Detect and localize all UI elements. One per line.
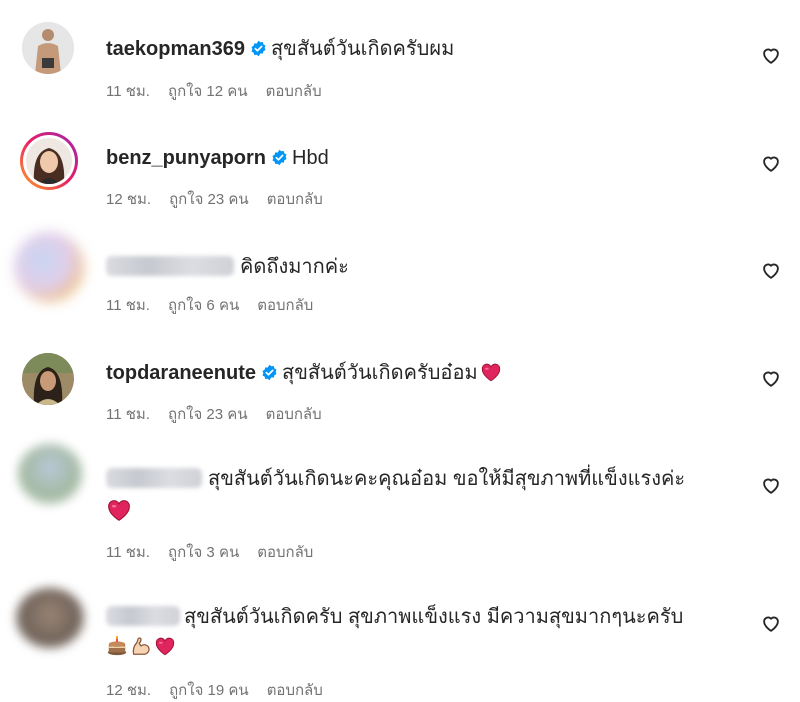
timestamp[interactable]: 11 ชม. [106,406,150,423]
like-heart-icon[interactable] [760,259,782,281]
username-link[interactable]: taekopman369 [106,38,245,60]
like-count[interactable]: ถูกใจ 19 คน [169,682,249,699]
timestamp[interactable]: 11 ชม. [106,297,150,314]
avatar[interactable] [20,132,78,190]
red-heart-emoji [154,635,176,657]
comment-meta: 12 ชม. ถูกใจ 23 คน ตอบกลับ [106,187,341,211]
avatar[interactable] [22,353,74,405]
like-count[interactable]: ถูกใจ 3 คน [168,544,239,561]
like-count[interactable]: ถูกใจ 23 คน [169,191,249,208]
comment-text: สุขสันต์วันเกิดครับอ๋อม [282,362,478,384]
avatar[interactable] [22,22,74,74]
reply-button[interactable]: ตอบกลับ [257,297,313,314]
reply-button[interactable]: ตอบกลับ [266,406,322,423]
comment-meta: 11 ชม. ถูกใจ 12 คน ตอบกลับ [106,79,340,103]
comment-text: สุขสันต์วันเกิดครับ สุขภาพแข็งแรง มีความ… [184,606,684,628]
comment-emoji-line [106,635,178,658]
username-link[interactable]: benz_punyaporn [106,147,266,169]
comment-meta: 11 ชม. ถูกใจ 3 คน ตอบกลับ [106,540,331,564]
avatar[interactable] [18,444,82,504]
comment-meta: 11 ชม. ถูกใจ 23 คน ตอบกลับ [106,402,340,426]
reply-button[interactable]: ตอบกลับ [266,83,322,100]
red-heart-emoji [106,497,132,523]
flexed-biceps-emoji [130,635,152,657]
timestamp[interactable]: 12 ชม. [106,682,151,699]
username-link-blurred[interactable] [106,468,202,488]
comment-text: สุขสันต์วันเกิดนะคะคุณอ๋อม ขอให้มีสุขภาพ… [208,468,686,490]
verified-badge-icon [250,40,267,57]
avatar-image [22,22,74,74]
comment-text: คิดถึงมากค่ะ [240,256,349,278]
comment-line: สุขสันต์วันเกิดครับ สุขภาพแข็งแรง มีความ… [106,604,683,630]
comment-text: Hbd [292,147,329,169]
cake-emoji [106,635,128,657]
comment-meta: 11 ชม. ถูกใจ 6 คน ตอบกลับ [106,293,331,317]
reply-button[interactable]: ตอบกลับ [257,544,313,561]
avatar-image [22,353,74,405]
like-count[interactable]: ถูกใจ 6 คน [168,297,239,314]
timestamp[interactable]: 11 ชม. [106,544,150,561]
reply-button[interactable]: ตอบกลับ [267,191,323,208]
username-link-blurred[interactable] [106,606,180,626]
username-link-blurred[interactable] [106,256,234,276]
like-heart-icon[interactable] [760,152,782,174]
username-link[interactable]: topdaraneenute [106,362,256,384]
red-heart-emoji [480,361,502,383]
timestamp[interactable]: 12 ชม. [106,191,151,208]
comment-line: สุขสันต์วันเกิดนะคะคุณอ๋อม ขอให้มีสุขภาพ… [106,466,685,492]
avatar-image [26,138,72,184]
avatar[interactable] [16,588,84,648]
comment-line: benz_punyaporn Hbd [106,145,329,171]
like-heart-icon[interactable] [760,367,782,389]
comment-meta: 12 ชม. ถูกใจ 19 คน ตอบกลับ [106,678,341,702]
comment-emoji-line [106,497,134,524]
comment-line: คิดถึงมากค่ะ [106,254,349,280]
like-heart-icon[interactable] [760,44,782,66]
verified-badge-icon [261,364,278,381]
like-heart-icon[interactable] [760,612,782,634]
comment-text: สุขสันต์วันเกิดครับผม [270,38,455,60]
reply-button[interactable]: ตอบกลับ [267,682,323,699]
like-count[interactable]: ถูกใจ 23 คน [168,406,248,423]
like-heart-icon[interactable] [760,474,782,496]
like-count[interactable]: ถูกใจ 12 คน [168,83,248,100]
comment-line: topdaraneenute สุขสันต์วันเกิดครับอ๋อม [106,360,504,386]
comment-line: taekopman369 สุขสันต์วันเกิดครับผม [106,36,454,62]
verified-badge-icon [271,149,288,166]
timestamp[interactable]: 11 ชม. [106,83,150,100]
avatar[interactable] [14,232,84,302]
